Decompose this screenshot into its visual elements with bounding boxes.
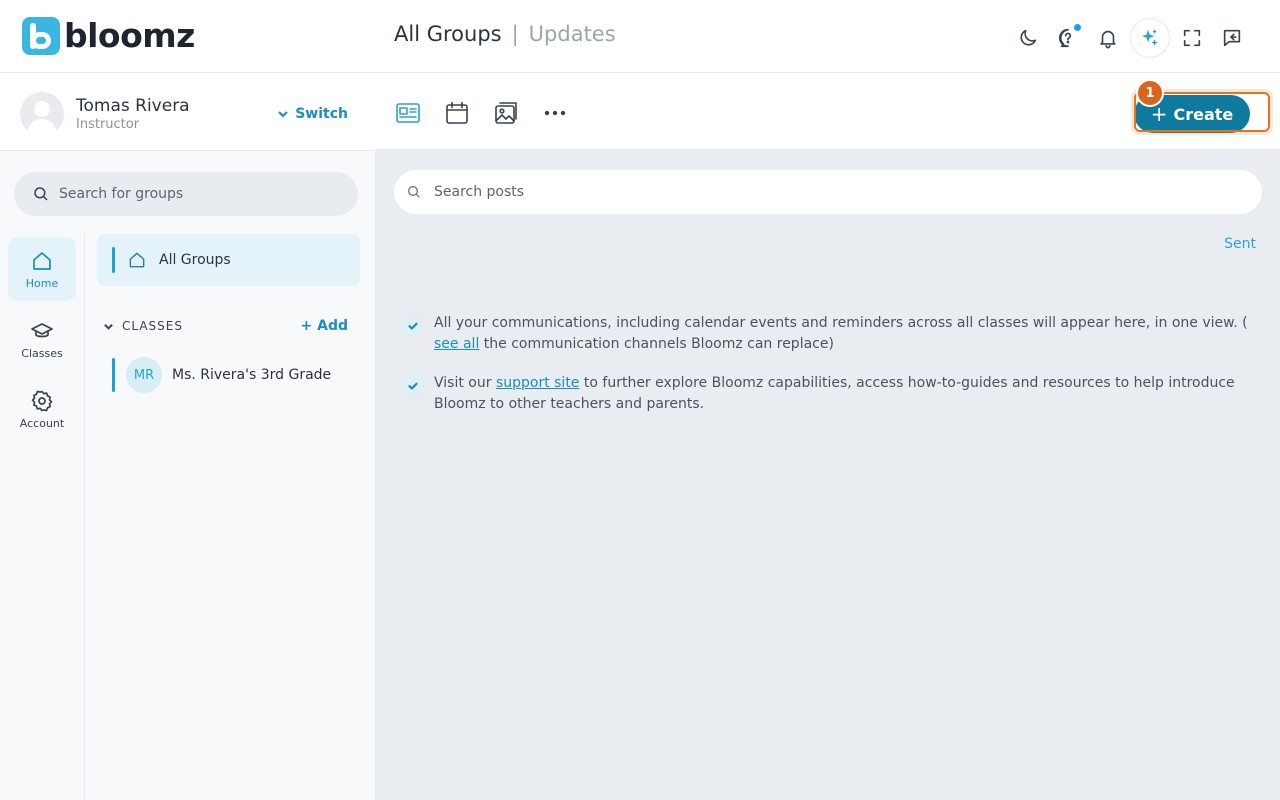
- help-button[interactable]: [1050, 20, 1086, 56]
- info-text: All your communications, including calen…: [434, 313, 1262, 355]
- classes-section-header: CLASSES + Add: [97, 316, 360, 336]
- fullscreen-icon: [1183, 29, 1201, 47]
- group-search-input[interactable]: [59, 186, 319, 202]
- switch-label: Switch: [295, 106, 348, 122]
- crumb-updates[interactable]: Updates: [529, 22, 616, 46]
- notification-dot: [1073, 23, 1082, 32]
- fullscreen-button[interactable]: [1174, 20, 1210, 56]
- class-name: Ms. Rivera's 3rd Grade: [172, 367, 332, 383]
- newsfeed-tab[interactable]: [394, 99, 422, 127]
- rail-label-account: Account: [19, 416, 65, 430]
- rail-label-home: Home: [25, 276, 59, 290]
- support-site-link[interactable]: support site: [496, 375, 580, 391]
- feedback-icon: [1223, 29, 1241, 47]
- group-list: All Groups CLASSES + Add MR Ms. Rivera's…: [97, 234, 360, 393]
- newsfeed-icon: [396, 103, 420, 123]
- crumb-all-groups[interactable]: All Groups: [394, 22, 502, 46]
- check-icon: [402, 375, 424, 397]
- all-groups-item[interactable]: All Groups: [97, 234, 360, 286]
- info-text-part: All your communications, including calen…: [434, 315, 1248, 331]
- feedback-button[interactable]: [1214, 20, 1250, 56]
- chevron-down-icon: [278, 111, 288, 118]
- logo-mark-icon: [22, 17, 60, 55]
- chevron-down-icon[interactable]: [103, 321, 114, 332]
- add-class-button[interactable]: + Add: [301, 318, 348, 334]
- classes-heading: CLASSES: [122, 319, 183, 333]
- home-icon: [129, 252, 145, 268]
- more-button[interactable]: [541, 99, 569, 127]
- profile-role: Instructor: [76, 117, 140, 132]
- left-sidebar: Home Classes Account All Groups CLASSES …: [0, 151, 376, 800]
- search-icon: [408, 186, 420, 198]
- bloomz-logo[interactable]: bloomz: [22, 17, 195, 55]
- gear-icon: [31, 390, 53, 411]
- search-icon: [34, 187, 48, 201]
- sent-link[interactable]: Sent: [1224, 236, 1256, 252]
- ai-assistant-button[interactable]: [1130, 18, 1170, 58]
- rail-item-classes[interactable]: Classes: [8, 307, 76, 371]
- check-icon: [402, 315, 424, 337]
- post-search-input[interactable]: [434, 184, 1214, 200]
- notifications-button[interactable]: [1090, 20, 1126, 56]
- profile-name: Tomas Rivera: [76, 96, 190, 116]
- rail-item-home[interactable]: Home: [8, 237, 76, 301]
- nav-rail: Home Classes Account: [0, 234, 85, 800]
- info-item: Visit our support site to further explor…: [402, 373, 1262, 415]
- header-actions: [1006, 18, 1250, 58]
- moon-icon: [1020, 29, 1037, 46]
- rail-label-classes: Classes: [21, 346, 63, 360]
- calendar-tab[interactable]: [443, 99, 471, 127]
- class-item[interactable]: MR Ms. Rivera's 3rd Grade: [97, 355, 360, 395]
- avatar[interactable]: [20, 92, 64, 136]
- info-item: All your communications, including calen…: [402, 313, 1262, 355]
- calendar-icon: [446, 101, 468, 124]
- logo-wordmark: bloomz: [64, 16, 195, 55]
- info-text-part: the communication channels Bloomz can re…: [479, 336, 834, 352]
- rail-item-account[interactable]: Account: [8, 377, 76, 441]
- all-groups-label: All Groups: [159, 252, 231, 268]
- post-search-box[interactable]: [394, 170, 1262, 214]
- profile-panel: Tomas Rivera Instructor Switch: [0, 74, 375, 151]
- group-search-box[interactable]: [14, 172, 358, 216]
- graduation-cap-icon: [31, 322, 53, 337]
- more-icon: [544, 110, 566, 116]
- dark-mode-button[interactable]: [1010, 20, 1046, 56]
- ai-sparkle-icon: [1142, 29, 1158, 46]
- info-text: Visit our support site to further explor…: [434, 373, 1262, 415]
- top-bar: bloomz All Groups | Updates: [0, 0, 1280, 73]
- main-toolbar: + Create 1: [376, 74, 1280, 149]
- gallery-icon: [495, 102, 517, 124]
- class-avatar: MR: [126, 357, 162, 393]
- step-marker-badge: 1: [1136, 79, 1164, 107]
- bell-icon: [1100, 30, 1116, 49]
- crumb-separator: |: [511, 22, 519, 46]
- main-content: Sent All your communications, including …: [376, 149, 1280, 800]
- info-text-part: Visit our: [434, 375, 496, 391]
- breadcrumb: All Groups | Updates: [394, 22, 616, 46]
- home-icon: [33, 251, 51, 270]
- see-all-link[interactable]: see all: [434, 336, 479, 352]
- gallery-tab[interactable]: [492, 99, 520, 127]
- switch-account-button[interactable]: Switch: [277, 106, 348, 122]
